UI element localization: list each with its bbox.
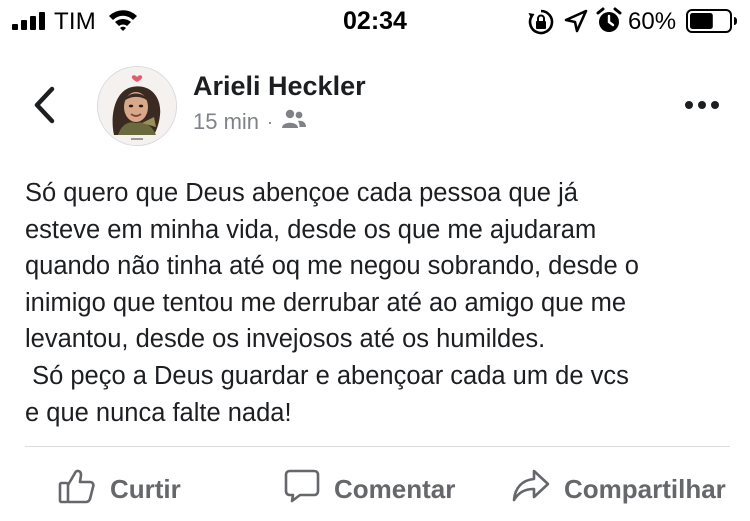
- status-bar: TIM 02:34 60%: [0, 0, 750, 42]
- more-options-icon[interactable]: [684, 98, 720, 116]
- like-button[interactable]: Curtir: [58, 468, 181, 511]
- comment-button[interactable]: Comentar: [284, 468, 455, 511]
- rotation-lock-icon: [527, 8, 555, 41]
- post-timestamp[interactable]: 15 min: [193, 109, 259, 135]
- share-label: Compartilhar: [564, 474, 726, 504]
- alarm-icon: [596, 7, 622, 40]
- like-label: Curtir: [110, 474, 181, 504]
- share-icon: [512, 468, 550, 511]
- post-text: Só quero que Deus abençoe cada pessoa qu…: [25, 179, 639, 427]
- comment-icon: [284, 468, 320, 511]
- battery-icon: [686, 9, 738, 38]
- author-name[interactable]: Arieli Heckler: [193, 71, 366, 102]
- thumbs-up-icon: [58, 468, 96, 511]
- battery-percent: 60%: [628, 8, 677, 35]
- post-meta: 15 min ·: [193, 109, 307, 135]
- friends-icon[interactable]: [281, 109, 307, 135]
- comment-label: Comentar: [334, 474, 456, 504]
- share-button[interactable]: Compartilhar: [512, 468, 726, 511]
- avatar[interactable]: [97, 66, 177, 146]
- location-icon: [564, 9, 588, 38]
- meta-separator: ·: [267, 111, 274, 132]
- divider: [25, 446, 730, 447]
- back-button[interactable]: [30, 86, 60, 129]
